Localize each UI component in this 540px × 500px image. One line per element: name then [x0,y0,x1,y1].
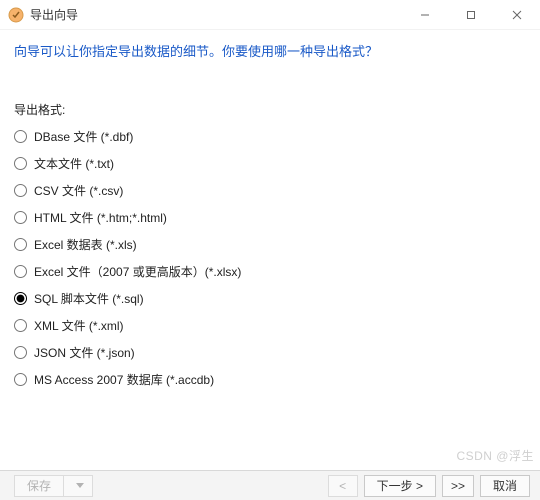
format-option-label: MS Access 2007 数据库 (*.accdb) [34,371,214,388]
wizard-content: 向导可以让你指定导出数据的细节。你要使用哪一种导出格式？ 导出格式: DBase… [0,30,540,470]
format-option[interactable]: MS Access 2007 数据库 (*.accdb) [14,371,526,388]
cancel-button[interactable]: 取消 [480,475,530,497]
format-option[interactable]: CSV 文件 (*.csv) [14,182,526,199]
back-button[interactable]: < [328,475,358,497]
format-option-label: Excel 文件（2007 或更高版本）(*.xlsx) [34,263,241,280]
maximize-button[interactable] [448,0,494,30]
format-radio[interactable] [14,184,27,197]
minimize-button[interactable] [402,0,448,30]
format-radio[interactable] [14,373,27,386]
titlebar: 导出向导 [0,0,540,30]
format-option-label: DBase 文件 (*.dbf) [34,128,133,145]
close-button[interactable] [494,0,540,30]
format-radio[interactable] [14,346,27,359]
save-button-group: 保存 [14,475,93,497]
format-option[interactable]: JSON 文件 (*.json) [14,344,526,361]
section-label: 导出格式: [14,101,526,118]
last-label: >> [451,479,465,493]
format-option-label: XML 文件 (*.xml) [34,317,124,334]
cancel-label: 取消 [493,477,517,494]
format-radio[interactable] [14,319,27,332]
format-radio[interactable] [14,211,27,224]
format-option[interactable]: Excel 文件（2007 或更高版本）(*.xlsx) [14,263,526,280]
format-option[interactable]: DBase 文件 (*.dbf) [14,128,526,145]
save-dropdown-button[interactable] [63,475,93,497]
wizard-footer: 保存 < 下一步 > >> 取消 [0,470,540,500]
save-button[interactable]: 保存 [14,475,63,497]
format-option[interactable]: 文本文件 (*.txt) [14,155,526,172]
next-label: 下一步 > [377,477,423,494]
format-option-label: SQL 脚本文件 (*.sql) [34,290,144,307]
format-radio[interactable] [14,157,27,170]
format-option-label: CSV 文件 (*.csv) [34,182,123,199]
next-button[interactable]: 下一步 > [364,475,436,497]
last-button[interactable]: >> [442,475,474,497]
save-label: 保存 [27,477,51,494]
format-radio[interactable] [14,265,27,278]
format-option-label: JSON 文件 (*.json) [34,344,135,361]
format-option[interactable]: SQL 脚本文件 (*.sql) [14,290,526,307]
app-icon [8,7,24,23]
format-radio[interactable] [14,292,27,305]
watermark: CSDN @浮生 [456,447,534,464]
format-radio[interactable] [14,130,27,143]
instruction-text: 向导可以让你指定导出数据的细节。你要使用哪一种导出格式？ [14,44,526,61]
format-option[interactable]: HTML 文件 (*.htm;*.html) [14,209,526,226]
format-option-label: Excel 数据表 (*.xls) [34,236,137,253]
format-option[interactable]: XML 文件 (*.xml) [14,317,526,334]
chevron-down-icon [76,483,84,488]
format-option-label: HTML 文件 (*.htm;*.html) [34,209,167,226]
format-radio[interactable] [14,238,27,251]
window-title: 导出向导 [30,6,78,23]
format-option-label: 文本文件 (*.txt) [34,155,114,172]
format-option[interactable]: Excel 数据表 (*.xls) [14,236,526,253]
format-options: DBase 文件 (*.dbf) 文本文件 (*.txt) CSV 文件 (*.cs… [14,128,526,388]
back-label: < [339,479,346,493]
